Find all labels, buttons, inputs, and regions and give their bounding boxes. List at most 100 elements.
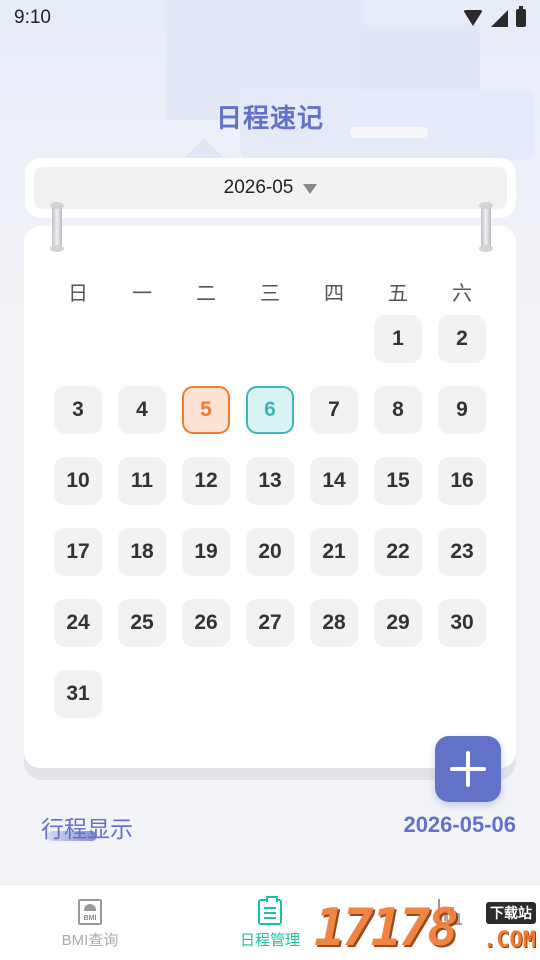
day-cell: 21	[302, 528, 366, 599]
day-button[interactable]: 9	[438, 386, 486, 434]
bmi-scale-icon: BMI	[78, 899, 102, 925]
day-button[interactable]: 7	[310, 386, 358, 434]
day-cell: 19	[174, 528, 238, 599]
weekday-label: 四	[324, 283, 344, 305]
day-cell: 25	[110, 599, 174, 670]
dropdown-arrow-icon	[303, 184, 318, 194]
day-button[interactable]: 1	[374, 315, 422, 363]
day-cell: 23	[430, 528, 494, 599]
day-button-today[interactable]: 5	[182, 386, 230, 434]
day-cell: 15	[366, 457, 430, 528]
day-button[interactable]: 20	[246, 528, 294, 576]
tab-bmi[interactable]: BMI BMI查询	[0, 885, 180, 960]
weekday-label: 二	[196, 283, 216, 305]
day-grid: 1 2 3 4 5 6 7 8 9 10 11 12 13 14 15 16 17 18 19 20 21 22 23 24 2…	[46, 315, 494, 741]
day-button[interactable]: 30	[438, 599, 486, 647]
day-cell: 6	[238, 386, 302, 457]
day-button[interactable]: 10	[54, 457, 102, 505]
weekday-label: 六	[452, 283, 472, 305]
day-cell: 16	[430, 457, 494, 528]
day-cell: 30	[430, 599, 494, 670]
day-cell: 11	[110, 457, 174, 528]
day-cell: 29	[366, 599, 430, 670]
day-cell: 17	[46, 528, 110, 599]
tab-label: BMI查询	[61, 932, 119, 949]
day-button[interactable]: 12	[182, 457, 230, 505]
plus-icon	[450, 751, 486, 787]
day-cell: 9	[430, 386, 494, 457]
day-cell: 10	[46, 457, 110, 528]
empty-day-cell	[46, 315, 110, 386]
day-cell: 13	[238, 457, 302, 528]
tab-schedule[interactable]: 日程管理	[180, 885, 360, 960]
weekday-label: 五	[388, 283, 408, 305]
binder-ring-right-icon	[479, 202, 493, 252]
status-time: 9:10	[14, 7, 51, 28]
day-cell: 24	[46, 599, 110, 670]
day-button[interactable]: 16	[438, 457, 486, 505]
weekday-label: 三	[260, 283, 280, 305]
day-button[interactable]: 15	[374, 457, 422, 505]
day-button[interactable]: 27	[246, 599, 294, 647]
status-icons	[463, 6, 526, 27]
day-button[interactable]: 29	[374, 599, 422, 647]
day-cell: 4	[110, 386, 174, 457]
weekday-label: 一	[132, 283, 152, 305]
day-cell: 1	[366, 315, 430, 386]
schedule-section-label: 行程显示	[41, 810, 133, 844]
day-button[interactable]: 19	[182, 528, 230, 576]
day-cell: 26	[174, 599, 238, 670]
day-button[interactable]: 21	[310, 528, 358, 576]
day-cell: 7	[302, 386, 366, 457]
day-button[interactable]: 2	[438, 315, 486, 363]
selected-date: 2026-05-06	[403, 812, 516, 837]
day-button-selected[interactable]: 6	[246, 386, 294, 434]
day-button[interactable]: 18	[118, 528, 166, 576]
bmi-icon-text: BMI	[83, 915, 97, 922]
wifi-icon	[463, 10, 483, 26]
day-cell: 31	[46, 670, 110, 741]
day-button[interactable]: 22	[374, 528, 422, 576]
month-card: 2026-05	[25, 158, 516, 218]
empty-day-cell	[110, 315, 174, 386]
tab-label: 日程管理	[239, 932, 300, 949]
day-button[interactable]: 13	[246, 457, 294, 505]
signal-icon	[491, 9, 508, 27]
day-button[interactable]: 31	[54, 670, 102, 718]
binder-ring-left-icon	[50, 202, 64, 252]
day-cell: 14	[302, 457, 366, 528]
day-button[interactable]: 8	[374, 386, 422, 434]
empty-day-cell	[174, 315, 238, 386]
day-cell: 2	[430, 315, 494, 386]
day-cell: 27	[238, 599, 302, 670]
month-selector[interactable]: 2026-05	[34, 167, 507, 209]
tab-stats[interactable]	[360, 885, 540, 960]
battery-icon	[516, 6, 526, 27]
day-cell: 3	[46, 386, 110, 457]
day-cell: 28	[302, 599, 366, 670]
day-button[interactable]: 26	[182, 599, 230, 647]
weekday-label: 日	[68, 283, 88, 305]
clipboard-list-icon	[258, 896, 282, 925]
add-schedule-button[interactable]	[435, 736, 501, 802]
day-cell: 5	[174, 386, 238, 457]
chart-icon	[438, 899, 462, 925]
day-cell: 12	[174, 457, 238, 528]
day-button[interactable]: 17	[54, 528, 102, 576]
day-button[interactable]: 4	[118, 386, 166, 434]
empty-day-cell	[238, 315, 302, 386]
empty-day-cell	[302, 315, 366, 386]
day-button[interactable]: 25	[118, 599, 166, 647]
day-cell: 18	[110, 528, 174, 599]
day-button[interactable]: 11	[118, 457, 166, 505]
day-cell: 22	[366, 528, 430, 599]
schedule-label-text: 行程显示	[41, 816, 133, 842]
day-button[interactable]: 3	[54, 386, 102, 434]
page-title: 日程速记	[215, 103, 324, 133]
day-button[interactable]: 24	[54, 599, 102, 647]
day-button[interactable]: 28	[310, 599, 358, 647]
bottom-tab-bar: BMI BMI查询 日程管理	[0, 884, 540, 960]
day-button[interactable]: 14	[310, 457, 358, 505]
day-button[interactable]: 23	[438, 528, 486, 576]
status-bar: 9:10	[0, 0, 540, 36]
